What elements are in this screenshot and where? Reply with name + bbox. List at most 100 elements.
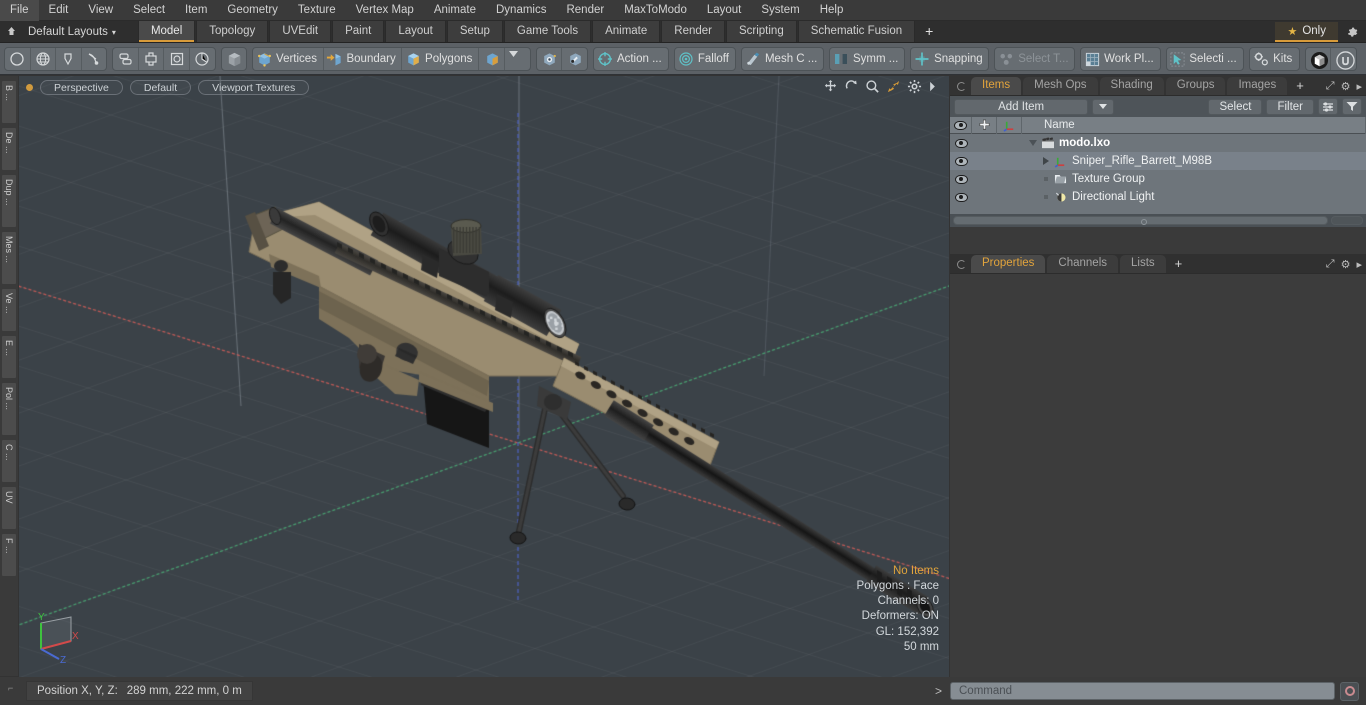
rotate-icon[interactable] <box>844 79 859 94</box>
funnel-icon[interactable] <box>1342 98 1362 115</box>
fit-icon[interactable] <box>886 79 901 94</box>
tab-images[interactable]: Images <box>1227 77 1287 95</box>
left-tab-5[interactable]: E ... <box>1 335 17 379</box>
toolbar-button-vertices[interactable]: Vertices <box>253 48 324 70</box>
only-toggle-button[interactable]: ★ Only <box>1275 22 1338 42</box>
left-tab-0[interactable]: B ... <box>1 80 17 124</box>
layout-tab-animate[interactable]: Animate <box>592 21 660 42</box>
menu-item-view[interactable]: View <box>78 0 123 21</box>
scrollbar-thumb[interactable] <box>953 216 1328 225</box>
gear-icon[interactable]: ⚙ <box>1341 80 1351 93</box>
item-tree-row[interactable]: Sniper_Rifle_Barrett_M98B <box>950 152 1366 170</box>
menu-item-system[interactable]: System <box>751 0 809 21</box>
toolbar-button-cube-gray[interactable] <box>222 48 247 70</box>
toolbar-button-mirror[interactable] <box>139 48 165 70</box>
viewport-settings-icon[interactable] <box>907 79 922 94</box>
menu-item-dynamics[interactable]: Dynamics <box>486 0 556 21</box>
gear-icon[interactable]: ⚙ <box>1341 258 1351 271</box>
more-icon[interactable]: ▸ <box>1356 80 1362 93</box>
menu-item-help[interactable]: Help <box>810 0 854 21</box>
viewport-style-selector[interactable]: Default <box>130 80 191 95</box>
command-input[interactable] <box>950 682 1335 700</box>
tab-channels[interactable]: Channels <box>1047 255 1118 273</box>
column-transform-icon[interactable] <box>997 117 1022 134</box>
left-tab-2[interactable]: Dup ... <box>1 174 17 228</box>
menu-item-maxtomodo[interactable]: MaxToModo <box>614 0 697 21</box>
layout-tab-scripting[interactable]: Scripting <box>726 21 797 42</box>
scrollbar-end[interactable] <box>1331 216 1363 225</box>
viewport-more-icon[interactable] <box>928 79 943 94</box>
menu-item-vertex-map[interactable]: Vertex Map <box>346 0 424 21</box>
menu-item-select[interactable]: Select <box>123 0 175 21</box>
add-layout-tab-button[interactable]: + <box>916 21 942 42</box>
toolbar-button-materials[interactable] <box>479 48 505 70</box>
toolbar-button-unreal[interactable] <box>1331 48 1356 70</box>
menu-item-geometry[interactable]: Geometry <box>217 0 288 21</box>
expand-icon[interactable]: ⤢ <box>1326 80 1335 93</box>
eye-icon[interactable] <box>950 139 972 148</box>
viewport-camera-selector[interactable]: Perspective <box>40 80 123 95</box>
toolbar-button-boundary[interactable]: Boundary <box>324 48 402 70</box>
layout-tab-render[interactable]: Render <box>661 21 725 42</box>
menu-item-layout[interactable]: Layout <box>697 0 752 21</box>
toolbar-button-snap-cube[interactable] <box>537 48 563 70</box>
list-options-icon[interactable] <box>1318 98 1338 115</box>
toolbar-button-array[interactable] <box>113 48 139 70</box>
gear-icon[interactable] <box>1343 23 1361 41</box>
layout-tab-paint[interactable]: Paint <box>332 21 384 42</box>
tab-groups[interactable]: Groups <box>1166 77 1226 95</box>
filter-button[interactable]: Filter <box>1266 99 1314 115</box>
eye-icon[interactable] <box>950 175 972 184</box>
item-tree-row[interactable]: modo.lxo <box>950 134 1366 152</box>
tab-lists[interactable]: Lists <box>1120 255 1166 273</box>
viewport-3d[interactable]: Perspective Default Viewport Textures No… <box>19 76 949 677</box>
toolbar-button-select-t[interactable]: Select T... <box>995 48 1074 70</box>
menu-item-edit[interactable]: Edit <box>39 0 79 21</box>
tab-properties[interactable]: Properties <box>971 255 1045 273</box>
toolbar-button-kits[interactable]: Kits <box>1250 48 1299 70</box>
toolbar-button-mesh-c[interactable]: Mesh C ... <box>742 48 823 70</box>
select-button[interactable]: Select <box>1208 99 1262 115</box>
left-tab-6[interactable]: Pol ... <box>1 382 17 436</box>
home-icon[interactable] <box>0 21 22 43</box>
twirl-right-icon[interactable] <box>1039 157 1052 165</box>
resize-grip[interactable]: ⌐ <box>8 683 13 693</box>
toolbar-button-chevron-down[interactable] <box>505 48 530 70</box>
layout-tab-model[interactable]: Model <box>138 21 195 42</box>
left-tab-9[interactable]: F ... <box>1 533 17 577</box>
tab-mesh-ops[interactable]: Mesh Ops <box>1023 77 1097 95</box>
toolbar-button-circle[interactable] <box>5 48 31 70</box>
layout-tab-uvedit[interactable]: UVEdit <box>269 21 331 42</box>
toolbar-button-snap-cube2[interactable] <box>562 48 587 70</box>
item-tree-row[interactable]: Texture Group <box>950 170 1366 188</box>
eye-icon[interactable] <box>950 193 972 202</box>
menu-item-file[interactable]: File <box>0 0 39 21</box>
toolbar-button-symm[interactable]: Symm ... <box>830 48 904 70</box>
twirl-down-icon[interactable] <box>1026 140 1039 146</box>
viewport-shading-selector[interactable]: Viewport Textures <box>198 80 309 95</box>
left-tab-1[interactable]: De ... <box>1 127 17 171</box>
left-tab-3[interactable]: Mes ... <box>1 231 17 285</box>
toolbar-button-bound[interactable] <box>164 48 190 70</box>
column-visibility-icon[interactable] <box>950 117 972 134</box>
tab-shading[interactable]: Shading <box>1100 77 1164 95</box>
toolbar-button-work-pl[interactable]: Work Pl... <box>1081 48 1159 70</box>
item-tree-row[interactable]: Directional Light <box>950 188 1366 206</box>
viewport-canvas[interactable] <box>19 76 949 677</box>
items-horizontal-scrollbar[interactable] <box>950 214 1366 227</box>
record-icon[interactable] <box>1340 682 1359 701</box>
layout-tab-game-tools[interactable]: Game Tools <box>504 21 591 42</box>
toolbar-button-snapping[interactable]: Snapping <box>911 48 988 70</box>
pan-icon[interactable] <box>823 79 838 94</box>
toolbar-button-package[interactable] <box>1306 48 1332 70</box>
column-lock-icon[interactable] <box>972 117 997 134</box>
toolbar-button-radial[interactable] <box>190 48 215 70</box>
zoom-icon[interactable] <box>865 79 880 94</box>
toolbar-button-action[interactable]: Action ... <box>594 48 668 70</box>
layout-tab-topology[interactable]: Topology <box>196 21 268 42</box>
layout-preset-selector[interactable]: Default Layouts ▾ <box>22 21 124 43</box>
layout-tab-setup[interactable]: Setup <box>447 21 503 42</box>
toolbar-button-globe[interactable] <box>31 48 57 70</box>
toolbar-button-falloff[interactable]: Falloff <box>675 48 736 70</box>
toolbar-button-curve[interactable] <box>82 48 107 70</box>
